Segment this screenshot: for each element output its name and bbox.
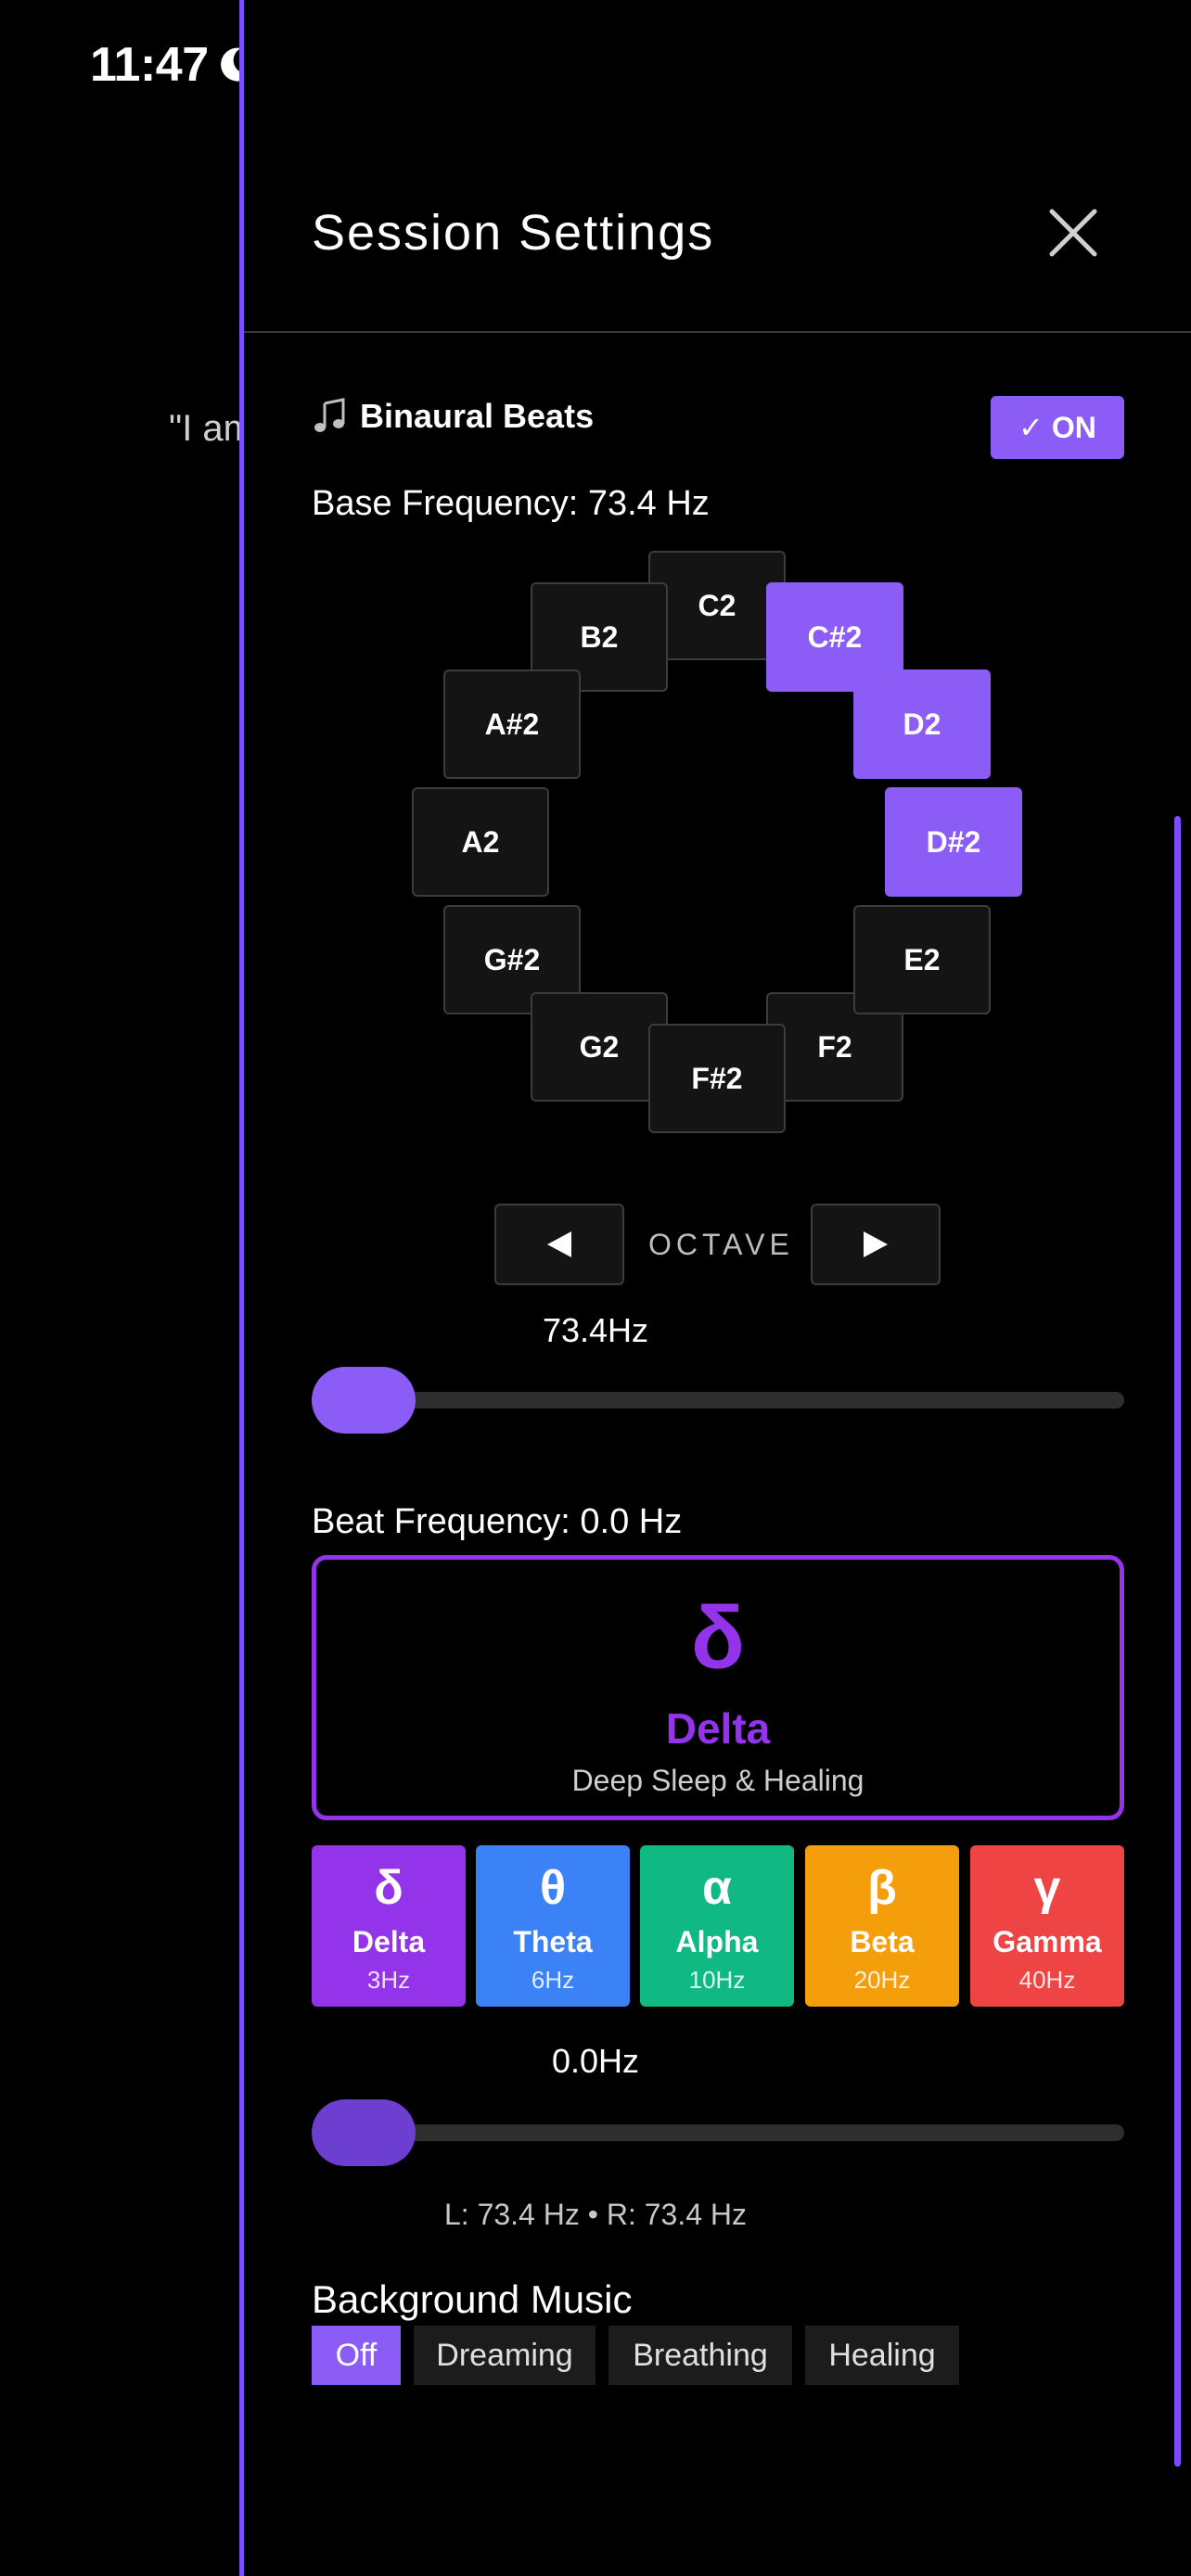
preset-frequency: 6Hz xyxy=(531,1966,575,1994)
selected-wave-description: Deep Sleep & Healing xyxy=(571,1764,864,1797)
note-c-sharp-2[interactable]: C#2 xyxy=(766,582,903,692)
binaural-beats-heading: Binaural Beats xyxy=(312,397,594,436)
music-option-off[interactable]: Off xyxy=(312,2326,401,2385)
music-note-icon xyxy=(314,398,345,432)
octave-label: OCTAVE xyxy=(648,1228,794,1261)
background-music-heading: Background Music xyxy=(312,2277,633,2321)
note-f-sharp-2[interactable]: F#2 xyxy=(648,1024,786,1133)
base-frequency-value: 73.4Hz xyxy=(542,1311,649,1349)
preset-name: Beta xyxy=(850,1925,915,1958)
beat-frequency-label: Beat Frequency: 0.0 Hz xyxy=(312,1502,683,1541)
preset-delta-button[interactable]: δ Delta 3Hz xyxy=(312,1845,466,2007)
beat-frequency-value: 0.0Hz xyxy=(551,2042,640,2080)
note-c2[interactable]: C2 xyxy=(648,551,786,660)
preset-beta-button[interactable]: β Beta 20Hz xyxy=(805,1845,959,2007)
header-divider xyxy=(244,331,1191,333)
note-a2[interactable]: A2 xyxy=(412,787,549,897)
background-quote-text: "I am xyxy=(169,408,241,449)
selected-wave-card: δ Delta Deep Sleep & Healing xyxy=(312,1555,1124,1820)
preset-symbol: δ xyxy=(374,1861,403,1915)
preset-frequency: 20Hz xyxy=(853,1966,911,1994)
octave-up-button[interactable] xyxy=(811,1204,941,1285)
octave-down-button[interactable] xyxy=(494,1204,624,1285)
preset-name: Gamma xyxy=(992,1925,1102,1958)
base-frequency-slider-thumb[interactable] xyxy=(312,1367,416,1434)
preset-alpha-button[interactable]: α Alpha 10Hz xyxy=(640,1845,794,2007)
note-a-sharp-2[interactable]: A#2 xyxy=(443,670,581,779)
status-time: 11:47 xyxy=(90,38,209,92)
preset-frequency: 40Hz xyxy=(1018,1966,1076,1994)
base-frequency-slider-track[interactable] xyxy=(312,1392,1124,1409)
note-d-sharp-2[interactable]: D#2 xyxy=(885,787,1022,897)
preset-theta-button[interactable]: θ Theta 6Hz xyxy=(476,1845,630,2007)
base-frequency-label: Base Frequency: 73.4 Hz xyxy=(312,484,710,523)
triangle-right-icon xyxy=(864,1231,888,1257)
preset-symbol: γ xyxy=(1033,1861,1061,1915)
binaural-on-toggle[interactable]: ✓ ON xyxy=(991,396,1124,459)
beat-frequency-slider-track[interactable] xyxy=(312,2124,1124,2141)
left-right-frequency-readout: L: 73.4 Hz • R: 73.4 Hz xyxy=(443,2198,747,2231)
music-option-dreaming[interactable]: Dreaming xyxy=(414,2326,596,2385)
preset-name: Theta xyxy=(513,1925,593,1958)
preset-frequency: 10Hz xyxy=(688,1966,746,1994)
preset-gamma-button[interactable]: γ Gamma 40Hz xyxy=(970,1845,1124,2007)
preset-symbol: θ xyxy=(539,1861,567,1915)
preset-name: Alpha xyxy=(675,1925,759,1958)
note-e2[interactable]: E2 xyxy=(853,905,991,1014)
selected-wave-symbol: δ xyxy=(690,1588,746,1688)
close-button[interactable] xyxy=(1041,200,1106,265)
triangle-left-icon xyxy=(547,1231,571,1257)
preset-name: Delta xyxy=(352,1925,426,1958)
close-icon xyxy=(1049,209,1097,257)
music-option-breathing[interactable]: Breathing xyxy=(608,2326,792,2385)
session-settings-sheet xyxy=(239,0,1191,2576)
selected-wave-name: Delta xyxy=(665,1704,771,1753)
preset-symbol: α xyxy=(702,1861,732,1915)
sheet-title: Session Settings xyxy=(312,205,715,261)
music-option-healing[interactable]: Healing xyxy=(805,2326,959,2385)
note-g2[interactable]: G2 xyxy=(531,992,668,1102)
preset-symbol: β xyxy=(867,1861,897,1915)
beat-frequency-slider-thumb[interactable] xyxy=(312,2099,416,2166)
preset-frequency: 3Hz xyxy=(366,1966,411,1994)
binaural-beats-label: Binaural Beats xyxy=(360,397,595,435)
